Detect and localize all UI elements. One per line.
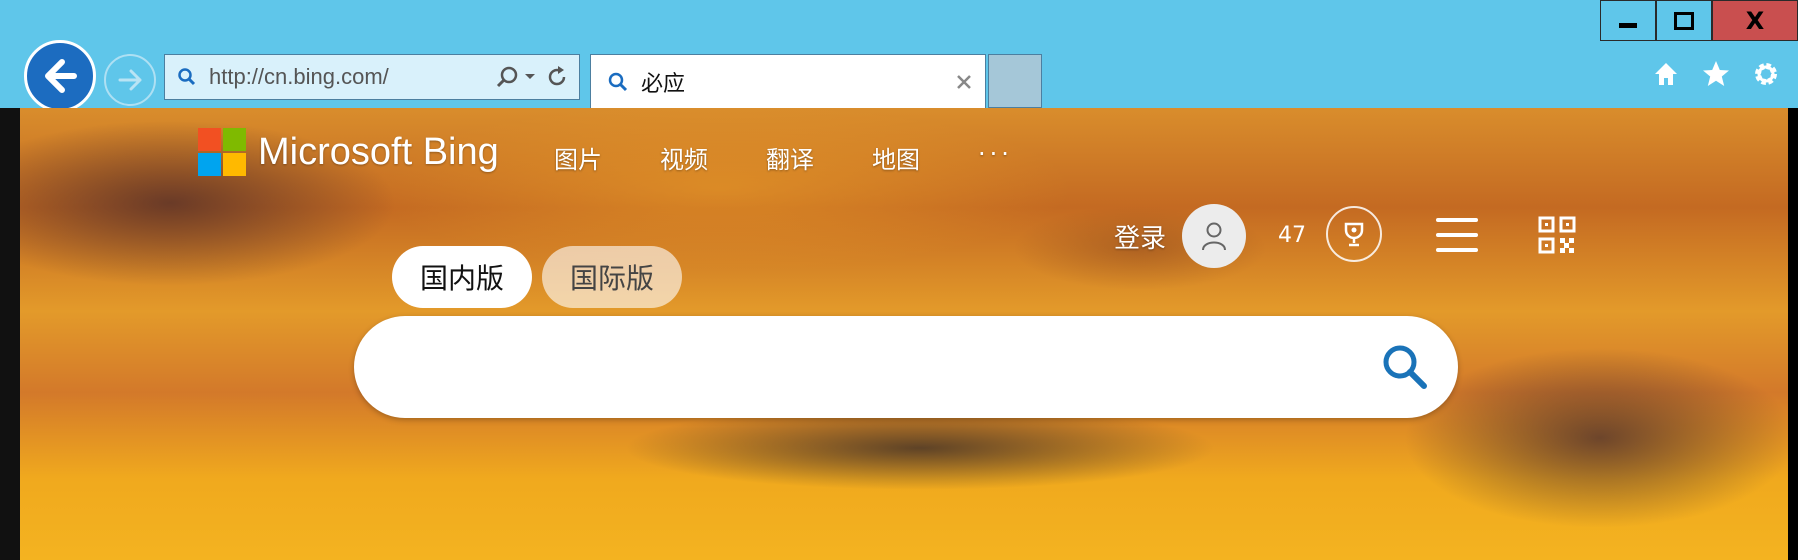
minimize-icon	[1619, 23, 1637, 28]
close-label: X	[1745, 6, 1765, 35]
qr-code-icon[interactable]	[1538, 216, 1576, 254]
tab-domestic[interactable]: 国内版	[392, 246, 533, 308]
minimize-button[interactable]	[1600, 0, 1656, 41]
maximize-button[interactable]	[1656, 0, 1712, 41]
nav-maps[interactable]: 地图	[872, 140, 920, 175]
address-url[interactable]: http://cn.bing.com/	[209, 64, 495, 90]
refresh-icon[interactable]	[545, 65, 569, 89]
avatar[interactable]	[1182, 204, 1246, 268]
forward-button[interactable]	[104, 54, 156, 106]
search-dropdown-icon[interactable]	[495, 65, 539, 89]
nav-images[interactable]: 图片	[554, 140, 602, 175]
logo-square-green	[223, 128, 246, 151]
region-toggle: 国内版 国际版	[392, 246, 683, 308]
logo-square-yellow	[223, 153, 246, 176]
search-button[interactable]	[1370, 332, 1440, 402]
forward-arrow-icon	[118, 69, 142, 91]
nav-translate[interactable]: 翻译	[766, 140, 814, 175]
search-box	[354, 316, 1458, 418]
microsoft-logo-icon	[198, 128, 246, 176]
signin-link[interactable]: 登录	[1114, 218, 1166, 255]
logo-square-blue	[198, 153, 221, 176]
search-input[interactable]	[386, 349, 1370, 385]
maximize-icon	[1674, 11, 1694, 30]
tab-search-icon	[608, 72, 628, 91]
top-nav: 图片 视频 翻译 地图 ···	[554, 140, 1013, 175]
rewards-button[interactable]	[1326, 206, 1382, 262]
back-arrow-icon	[45, 59, 77, 93]
favorites-star-icon[interactable]	[1700, 58, 1732, 90]
tab-close-icon[interactable]	[955, 73, 973, 91]
back-button[interactable]	[24, 40, 96, 112]
bing-homepage: Microsoft Bing 图片 视频 翻译 地图 ··· 登录 47 国内版…	[20, 108, 1788, 560]
new-tab-button[interactable]	[988, 54, 1042, 108]
browser-tools	[1650, 58, 1782, 90]
window-controls: X	[1600, 0, 1798, 42]
trophy-icon	[1344, 222, 1364, 247]
address-bar[interactable]: http://cn.bing.com/	[164, 54, 580, 100]
browser-chrome: X http://cn.bing.com/ 必应	[0, 0, 1798, 112]
nav-videos[interactable]: 视频	[660, 140, 708, 175]
user-icon	[1202, 222, 1226, 251]
close-button[interactable]: X	[1712, 0, 1798, 41]
tab-bing[interactable]: 必应	[590, 54, 986, 108]
home-icon[interactable]	[1650, 58, 1682, 90]
settings-gear-icon[interactable]	[1750, 58, 1782, 90]
nav-more[interactable]: ···	[978, 140, 1013, 175]
logo-square-red	[198, 128, 221, 151]
bing-logo[interactable]: Microsoft Bing	[198, 128, 499, 176]
tab-title: 必应	[641, 71, 686, 97]
search-icon	[1383, 345, 1427, 389]
rewards-points[interactable]: 47	[1278, 223, 1306, 248]
tab-international[interactable]: 国际版	[542, 246, 683, 308]
window-edge	[0, 108, 20, 560]
hamburger-menu-icon[interactable]	[1436, 218, 1478, 252]
logo-text: Microsoft Bing	[258, 130, 499, 173]
address-search-icon	[178, 68, 196, 86]
